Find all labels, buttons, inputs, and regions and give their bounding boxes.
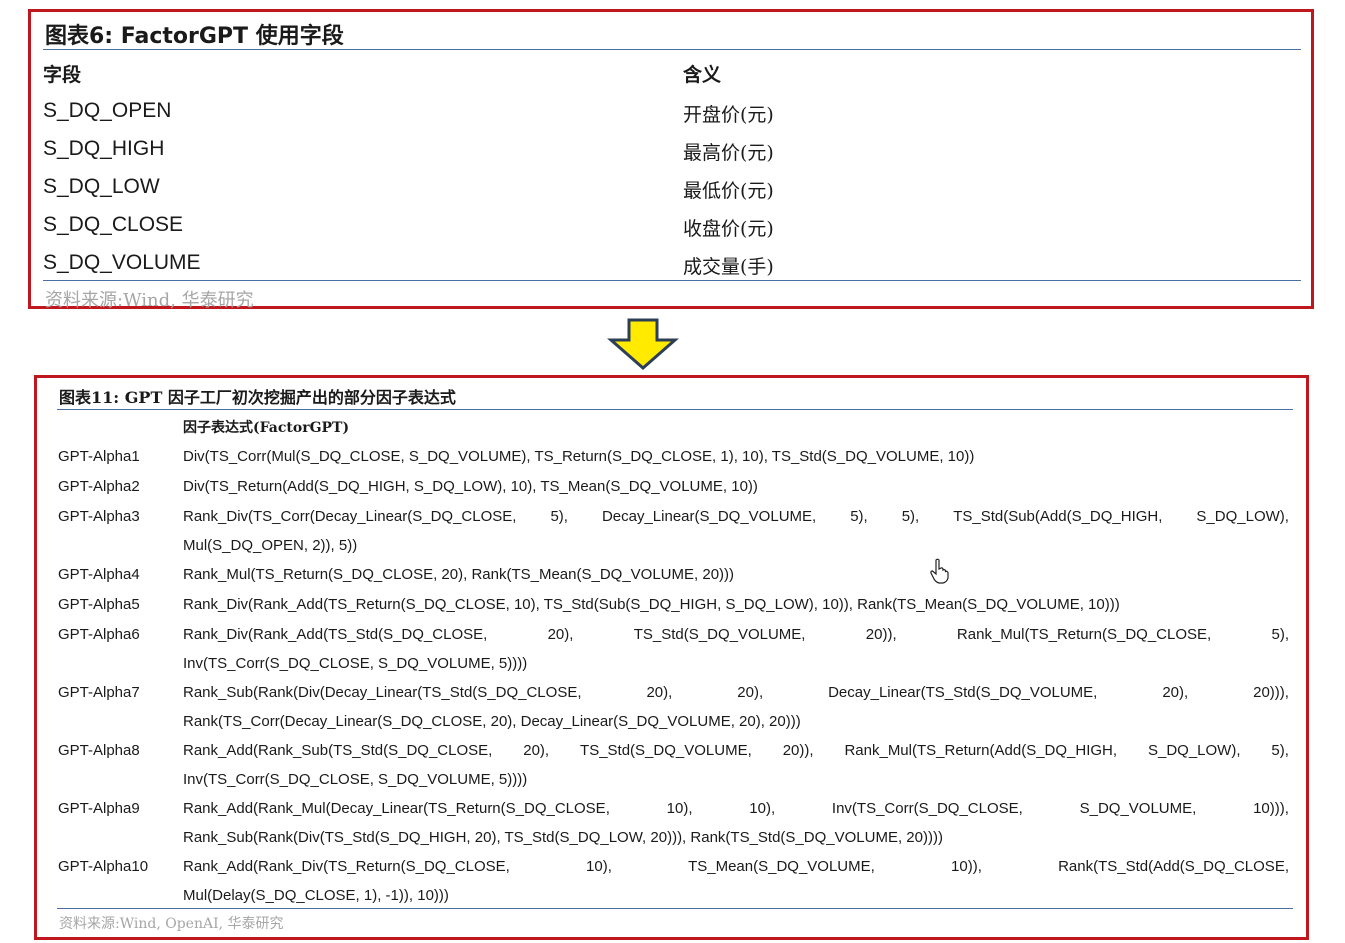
expression-token: Decay_Linear(TS_Std(S_DQ_VOLUME, bbox=[828, 684, 1098, 701]
expression-token: 10), bbox=[749, 800, 776, 817]
factor-expression: Rank_Add(Rank_Sub(TS_Std(S_DQ_CLOSE, 20),… bbox=[183, 742, 1289, 759]
factor-expression-continued: Rank_Sub(Rank(Div(TS_Std(S_DQ_HIGH, 20),… bbox=[183, 829, 943, 846]
expression-token: 20), bbox=[646, 684, 673, 701]
expression-token: 20)), bbox=[865, 626, 897, 643]
expression-token: Rank_Mul(TS_Return(S_DQ_CLOSE, bbox=[956, 626, 1212, 643]
expression-token: S_DQ_VOLUME, bbox=[1079, 800, 1197, 817]
factor-name: GPT-Alpha3 bbox=[58, 508, 140, 525]
expression-token: 5), bbox=[901, 508, 920, 525]
factor-expression-continued: Inv(TS_Corr(S_DQ_CLOSE, S_DQ_VOLUME, 5))… bbox=[183, 655, 528, 672]
field-cell: S_DQ_HIGH bbox=[43, 137, 165, 160]
field-cell: S_DQ_LOW bbox=[43, 175, 160, 198]
factor-expression: Rank_Mul(TS_Return(S_DQ_CLOSE, 20), Rank… bbox=[183, 566, 735, 583]
expression-token: Rank_Mul(TS_Return(Add(S_DQ_HIGH, bbox=[844, 742, 1118, 759]
table-bottom-rule bbox=[57, 908, 1293, 909]
field-cell: S_DQ_CLOSE bbox=[43, 213, 184, 236]
expression-token: Rank_Sub(Rank(Div(Decay_Linear(TS_Std(S_… bbox=[183, 684, 582, 701]
down-arrow-icon bbox=[607, 318, 679, 370]
source-note: 资料来源:Wind, 华泰研究 bbox=[45, 290, 254, 311]
expression-token: 5), bbox=[850, 508, 868, 525]
field-cell: S_DQ_OPEN bbox=[43, 99, 172, 122]
expression-token: Rank(TS_Std(Add(S_DQ_CLOSE, bbox=[1058, 858, 1289, 875]
factor-name: GPT-Alpha6 bbox=[58, 626, 140, 643]
expression-token: 20), bbox=[547, 626, 574, 643]
factor-name: GPT-Alpha5 bbox=[58, 596, 140, 613]
meaning-cell: 开盘价(元) bbox=[683, 104, 774, 126]
factor-name: GPT-Alpha9 bbox=[58, 800, 140, 817]
table-6-title: 图表6: FactorGPT 使用字段 bbox=[45, 24, 344, 49]
factor-expression: Div(TS_Corr(Mul(S_DQ_CLOSE, S_DQ_VOLUME)… bbox=[183, 448, 975, 465]
factor-name: GPT-Alpha1 bbox=[58, 448, 140, 465]
header-expression: 因子表达式(FactorGPT) bbox=[183, 420, 350, 436]
expression-token: S_DQ_LOW), bbox=[1196, 508, 1289, 525]
expression-token: 20))), bbox=[1253, 684, 1289, 701]
factor-expression: Rank_Div(Rank_Add(TS_Return(S_DQ_CLOSE, … bbox=[183, 596, 1120, 613]
expression-token: Rank_Add(Rank_Div(TS_Return(S_DQ_CLOSE, bbox=[183, 858, 510, 875]
hand-pointer-icon bbox=[930, 558, 949, 584]
expression-token: TS_Mean(S_DQ_VOLUME, bbox=[688, 858, 875, 875]
expression-token: Rank_Div(TS_Corr(Decay_Linear(S_DQ_CLOSE… bbox=[183, 508, 517, 525]
expression-token: 10))), bbox=[1253, 800, 1289, 817]
expression-token: TS_Std(Sub(Add(S_DQ_HIGH, bbox=[953, 508, 1163, 525]
title-rule bbox=[57, 409, 1293, 410]
source-note: 资料来源:Wind, OpenAI, 华泰研究 bbox=[59, 916, 284, 932]
expression-token: TS_Std(S_DQ_VOLUME, bbox=[580, 742, 752, 759]
expression-token: 10), bbox=[586, 858, 612, 875]
expression-token: 20)), bbox=[782, 742, 814, 759]
expression-token: Rank_Add(Rank_Mul(Decay_Linear(TS_Return… bbox=[183, 800, 610, 817]
factor-name: GPT-Alpha4 bbox=[58, 566, 140, 583]
factor-name: GPT-Alpha10 bbox=[58, 858, 149, 875]
factor-name: GPT-Alpha8 bbox=[58, 742, 140, 759]
factor-expression: Rank_Add(Rank_Div(TS_Return(S_DQ_CLOSE, 1… bbox=[183, 858, 1289, 875]
title-rule bbox=[43, 49, 1301, 50]
factor-name: GPT-Alpha2 bbox=[58, 478, 140, 495]
expression-token: TS_Std(S_DQ_VOLUME, bbox=[633, 626, 806, 643]
factor-expression: Rank_Add(Rank_Mul(Decay_Linear(TS_Return… bbox=[183, 800, 1289, 817]
expression-token: 20), bbox=[737, 684, 764, 701]
expression-token: 20), bbox=[523, 742, 550, 759]
table-6-panel: 图表6: FactorGPT 使用字段 字段 含义 S_DQ_OPEN 开盘价(… bbox=[28, 9, 1314, 311]
table-11-panel: 图表11: GPT 因子工厂初次挖掘产出的部分因子表达式 因子表达式(Facto… bbox=[34, 375, 1309, 940]
table-11-title: 图表11: GPT 因子工厂初次挖掘产出的部分因子表达式 bbox=[59, 388, 456, 407]
factor-expression: Rank_Sub(Rank(Div(Decay_Linear(TS_Std(S_… bbox=[183, 684, 1289, 701]
meaning-cell: 收盘价(元) bbox=[683, 218, 774, 240]
field-cell: S_DQ_VOLUME bbox=[43, 251, 201, 274]
expression-token: 5), bbox=[550, 508, 568, 525]
factor-expression-continued: Mul(S_DQ_OPEN, 2)), 5)) bbox=[183, 537, 358, 554]
factor-expression-continued: Rank(TS_Corr(Decay_Linear(S_DQ_CLOSE, 20… bbox=[183, 713, 801, 730]
expression-token: 10)), bbox=[951, 858, 982, 875]
factor-expression: Div(TS_Return(Add(S_DQ_HIGH, S_DQ_LOW), … bbox=[183, 478, 758, 495]
factor-expression: Rank_Div(Rank_Add(TS_Std(S_DQ_CLOSE, 20),… bbox=[183, 626, 1289, 643]
meaning-cell: 最低价(元) bbox=[683, 180, 774, 202]
header-meaning: 含义 bbox=[683, 64, 722, 86]
factor-expression: Rank_Div(TS_Corr(Decay_Linear(S_DQ_CLOSE… bbox=[183, 508, 1289, 525]
factor-expression-continued: Inv(TS_Corr(S_DQ_CLOSE, S_DQ_VOLUME, 5))… bbox=[183, 771, 528, 788]
expression-token: S_DQ_LOW), bbox=[1147, 742, 1241, 759]
expression-token: 10), bbox=[666, 800, 693, 817]
meaning-cell: 成交量(手) bbox=[683, 256, 774, 278]
expression-token: Rank_Div(Rank_Add(TS_Std(S_DQ_CLOSE, bbox=[183, 626, 488, 643]
expression-token: Decay_Linear(S_DQ_VOLUME, bbox=[601, 508, 817, 525]
expression-token: 20), bbox=[1162, 684, 1189, 701]
factor-expression-continued: Mul(Delay(S_DQ_CLOSE, 1), -1)), 10))) bbox=[183, 887, 449, 904]
header-field: 字段 bbox=[43, 64, 82, 86]
expression-token: 5), bbox=[1271, 626, 1289, 643]
expression-token: 5), bbox=[1271, 742, 1289, 759]
meaning-cell: 最高价(元) bbox=[683, 142, 774, 164]
expression-token: Rank_Add(Rank_Sub(TS_Std(S_DQ_CLOSE, bbox=[183, 742, 493, 759]
factor-name: GPT-Alpha7 bbox=[58, 684, 140, 701]
table-bottom-rule bbox=[43, 280, 1301, 281]
expression-token: Inv(TS_Corr(S_DQ_CLOSE, bbox=[831, 800, 1023, 817]
